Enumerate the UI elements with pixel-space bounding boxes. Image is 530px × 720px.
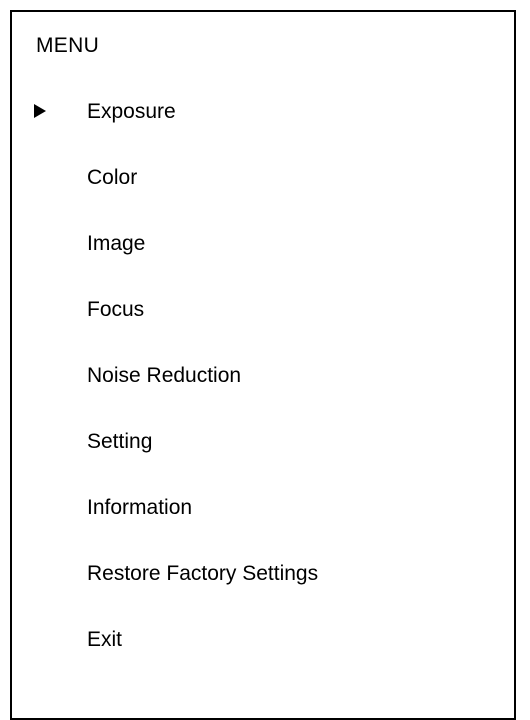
menu-item-exposure[interactable]: Exposure [12,92,514,132]
menu-list: Exposure Color Image Focus Noise Reducti… [12,12,514,718]
menu-item-label: Exit [87,628,123,651]
menu-item-label: Information [87,496,193,519]
menu-item-label: Setting [87,430,153,453]
menu-item-label: Image [87,232,146,255]
menu-item-focus[interactable]: Focus [12,290,514,330]
menu-item-label: Noise Reduction [87,364,242,387]
menu-item-restore-factory-settings[interactable]: Restore Factory Settings [12,554,514,594]
menu-panel: MENU Exposure Color Image Focus Noise Re… [10,10,516,720]
menu-item-label: Color [87,166,138,189]
menu-item-information[interactable]: Information [12,488,514,528]
menu-item-label: Focus [87,298,145,321]
triangle-right-icon [34,104,46,118]
menu-item-noise-reduction[interactable]: Noise Reduction [12,356,514,396]
menu-item-image[interactable]: Image [12,224,514,264]
menu-item-color[interactable]: Color [12,158,514,198]
menu-item-setting[interactable]: Setting [12,422,514,462]
menu-item-exit[interactable]: Exit [12,620,514,660]
menu-item-label: Restore Factory Settings [87,562,319,585]
menu-item-label: Exposure [87,100,176,123]
